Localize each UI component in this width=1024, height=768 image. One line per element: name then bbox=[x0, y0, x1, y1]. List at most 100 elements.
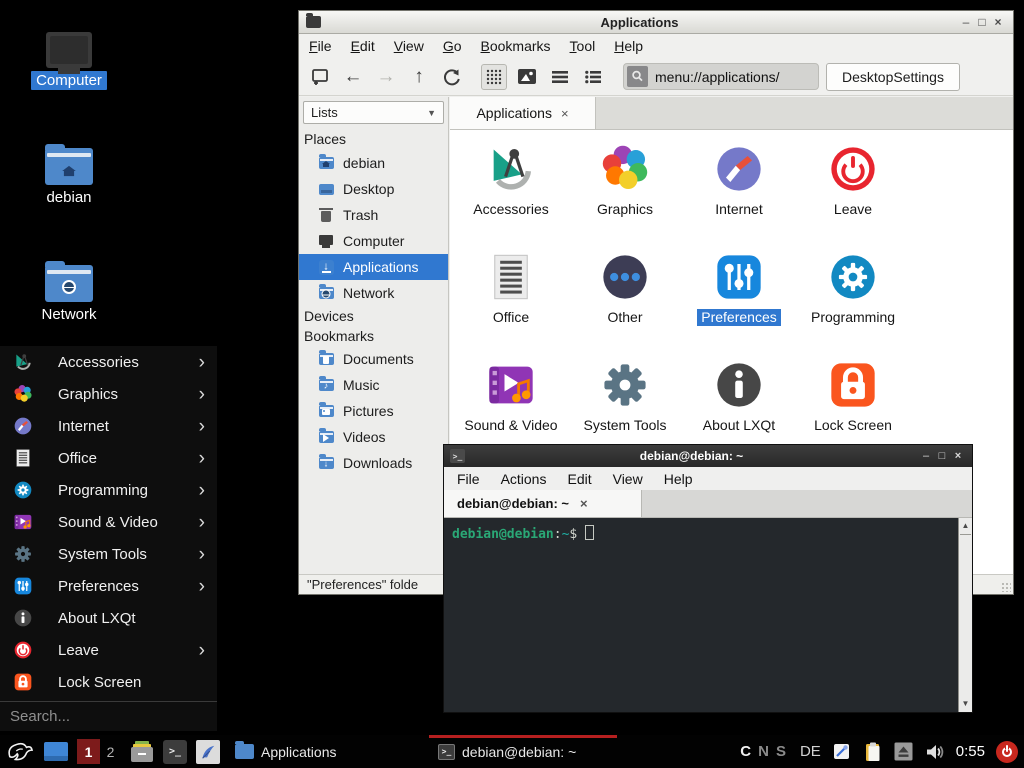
folder-other[interactable]: Other bbox=[568, 250, 682, 326]
clipboard-tray-icon[interactable] bbox=[863, 742, 883, 762]
volume-icon[interactable] bbox=[925, 742, 945, 762]
menu-bookmarks[interactable]: Bookmarks bbox=[481, 38, 551, 54]
sidebar-item-documents[interactable]: Documents bbox=[299, 346, 448, 372]
desktop-icon-network[interactable]: Network bbox=[19, 256, 119, 323]
minimize-button[interactable] bbox=[958, 16, 974, 28]
folder-sound-video[interactable]: Sound & Video bbox=[454, 358, 568, 434]
tab-applications[interactable]: Applications bbox=[450, 97, 596, 129]
file-manager-launcher[interactable] bbox=[130, 740, 154, 764]
task-applications[interactable]: Applications bbox=[226, 735, 429, 768]
folder-accessories[interactable]: Accessories bbox=[454, 142, 568, 218]
submenu-arrow-icon bbox=[199, 449, 205, 468]
menu-item-preferences[interactable]: Preferences bbox=[0, 570, 217, 602]
office-icon bbox=[12, 447, 34, 469]
close-button[interactable] bbox=[950, 451, 966, 462]
file-manager-titlebar[interactable]: Applications bbox=[299, 11, 1013, 34]
icon-view-button[interactable] bbox=[481, 64, 507, 90]
desktop-icon-computer[interactable]: Computer bbox=[19, 22, 119, 89]
workspace-2-button[interactable]: 2 bbox=[100, 744, 121, 760]
power-icon bbox=[1002, 747, 1012, 757]
menu-file[interactable]: File bbox=[457, 471, 480, 487]
maximize-button[interactable] bbox=[934, 451, 950, 462]
terminal-scrollbar[interactable]: ▲ ▼ bbox=[958, 518, 972, 712]
folder-preferences[interactable]: Preferences bbox=[682, 250, 796, 326]
menu-view[interactable]: View bbox=[394, 38, 424, 54]
sidebar-item-network[interactable]: Network bbox=[299, 280, 448, 306]
menu-actions[interactable]: Actions bbox=[501, 471, 547, 487]
menu-item-system-tools[interactable]: System Tools bbox=[0, 538, 217, 570]
folder-system-tools[interactable]: System Tools bbox=[568, 358, 682, 434]
menu-item-office[interactable]: Office bbox=[0, 442, 217, 474]
sidebar-item-debian[interactable]: debian bbox=[299, 150, 448, 176]
menu-help[interactable]: Help bbox=[614, 38, 643, 54]
scroll-up-icon[interactable]: ▲ bbox=[959, 519, 972, 533]
resize-grip[interactable] bbox=[1001, 582, 1011, 592]
address-bar[interactable]: menu://applications/ bbox=[623, 63, 819, 90]
menu-item-graphics[interactable]: Graphics bbox=[0, 378, 217, 410]
featherpad-launcher[interactable] bbox=[196, 740, 220, 764]
terminal-tab[interactable]: debian@debian: ~ bbox=[444, 490, 642, 517]
show-desktop-button[interactable] bbox=[44, 742, 68, 761]
tab-close-icon[interactable] bbox=[561, 106, 569, 121]
sidebar-mode-selector[interactable]: Lists ▼ bbox=[303, 101, 444, 124]
folder-office[interactable]: Office bbox=[454, 250, 568, 326]
menu-tool[interactable]: Tool bbox=[570, 38, 596, 54]
menu-item-accessories[interactable]: Accessories bbox=[0, 346, 217, 378]
sidebar-item-applications[interactable]: ↓ Applications bbox=[299, 254, 448, 280]
sidebar-item-trash[interactable]: Trash bbox=[299, 202, 448, 228]
sidebar-item-music[interactable]: ♪ Music bbox=[299, 372, 448, 398]
menu-item-internet[interactable]: Internet bbox=[0, 410, 217, 442]
keyboard-layout-indicator[interactable]: DE bbox=[800, 743, 821, 760]
folder-about-lxqt[interactable]: About LXQt bbox=[682, 358, 796, 434]
menu-view[interactable]: View bbox=[613, 471, 643, 487]
menu-item-lock-screen[interactable]: Lock Screen bbox=[0, 666, 217, 698]
sidebar-item-desktop[interactable]: Desktop bbox=[299, 176, 448, 202]
folder-internet[interactable]: Internet bbox=[682, 142, 796, 218]
compact-view-button[interactable] bbox=[547, 64, 573, 90]
maximize-button[interactable] bbox=[974, 16, 990, 28]
tab-close-icon[interactable] bbox=[580, 496, 588, 511]
menu-help[interactable]: Help bbox=[664, 471, 693, 487]
forward-button[interactable] bbox=[373, 64, 399, 90]
network-folder-icon bbox=[318, 285, 334, 301]
up-button[interactable] bbox=[406, 64, 432, 90]
terminal-launcher[interactable]: >_ bbox=[163, 740, 187, 764]
menu-go[interactable]: Go bbox=[443, 38, 462, 54]
menu-search-input[interactable]: Search... bbox=[0, 701, 217, 730]
menu-item-leave[interactable]: Leave bbox=[0, 634, 217, 666]
menu-item-programming[interactable]: Programming bbox=[0, 474, 217, 506]
status-text: "Preferences" folde bbox=[307, 577, 418, 592]
folder-programming[interactable]: Programming bbox=[796, 250, 910, 326]
terminal-titlebar[interactable]: >_ debian@debian: ~ bbox=[444, 445, 972, 467]
detailed-list-view-button[interactable] bbox=[580, 64, 606, 90]
thumbnail-view-button[interactable] bbox=[514, 64, 540, 90]
clock[interactable]: 0:55 bbox=[956, 743, 985, 760]
workspace-1-button[interactable]: 1 bbox=[77, 739, 100, 764]
menu-edit[interactable]: Edit bbox=[351, 38, 375, 54]
sidebar-item-downloads[interactable]: ↓ Downloads bbox=[299, 450, 448, 476]
desktop-icon-debian[interactable]: debian bbox=[19, 139, 119, 206]
menu-item-sound-video[interactable]: Sound & Video bbox=[0, 506, 217, 538]
folder-leave[interactable]: Leave bbox=[796, 142, 910, 218]
close-button[interactable] bbox=[990, 16, 1006, 28]
new-tab-button[interactable] bbox=[307, 64, 333, 90]
folder-lock-screen[interactable]: Lock Screen bbox=[796, 358, 910, 434]
sidebar-item-videos[interactable]: Videos bbox=[299, 424, 448, 450]
terminal-output[interactable]: debian@debian:~$ bbox=[444, 518, 958, 712]
back-button[interactable] bbox=[340, 64, 366, 90]
sidebar-item-pictures[interactable]: Pictures bbox=[299, 398, 448, 424]
reload-button[interactable] bbox=[439, 64, 465, 90]
sidebar-item-computer[interactable]: Computer bbox=[299, 228, 448, 254]
desktop-settings-button[interactable]: DesktopSettings bbox=[826, 63, 960, 91]
main-menu-button[interactable] bbox=[5, 738, 35, 766]
eject-tray-icon[interactable] bbox=[894, 742, 914, 762]
menu-edit[interactable]: Edit bbox=[567, 471, 591, 487]
menu-file[interactable]: File bbox=[309, 38, 332, 54]
menu-item-about-lxqt[interactable]: About LXQt bbox=[0, 602, 217, 634]
power-button[interactable] bbox=[996, 741, 1018, 763]
folder-graphics[interactable]: Graphics bbox=[568, 142, 682, 218]
task-terminal[interactable]: >_ debian@debian: ~ bbox=[429, 735, 617, 768]
minimize-button[interactable] bbox=[918, 451, 934, 462]
scroll-down-icon[interactable]: ▼ bbox=[959, 697, 972, 711]
screenshot-tray-icon[interactable] bbox=[832, 742, 852, 762]
